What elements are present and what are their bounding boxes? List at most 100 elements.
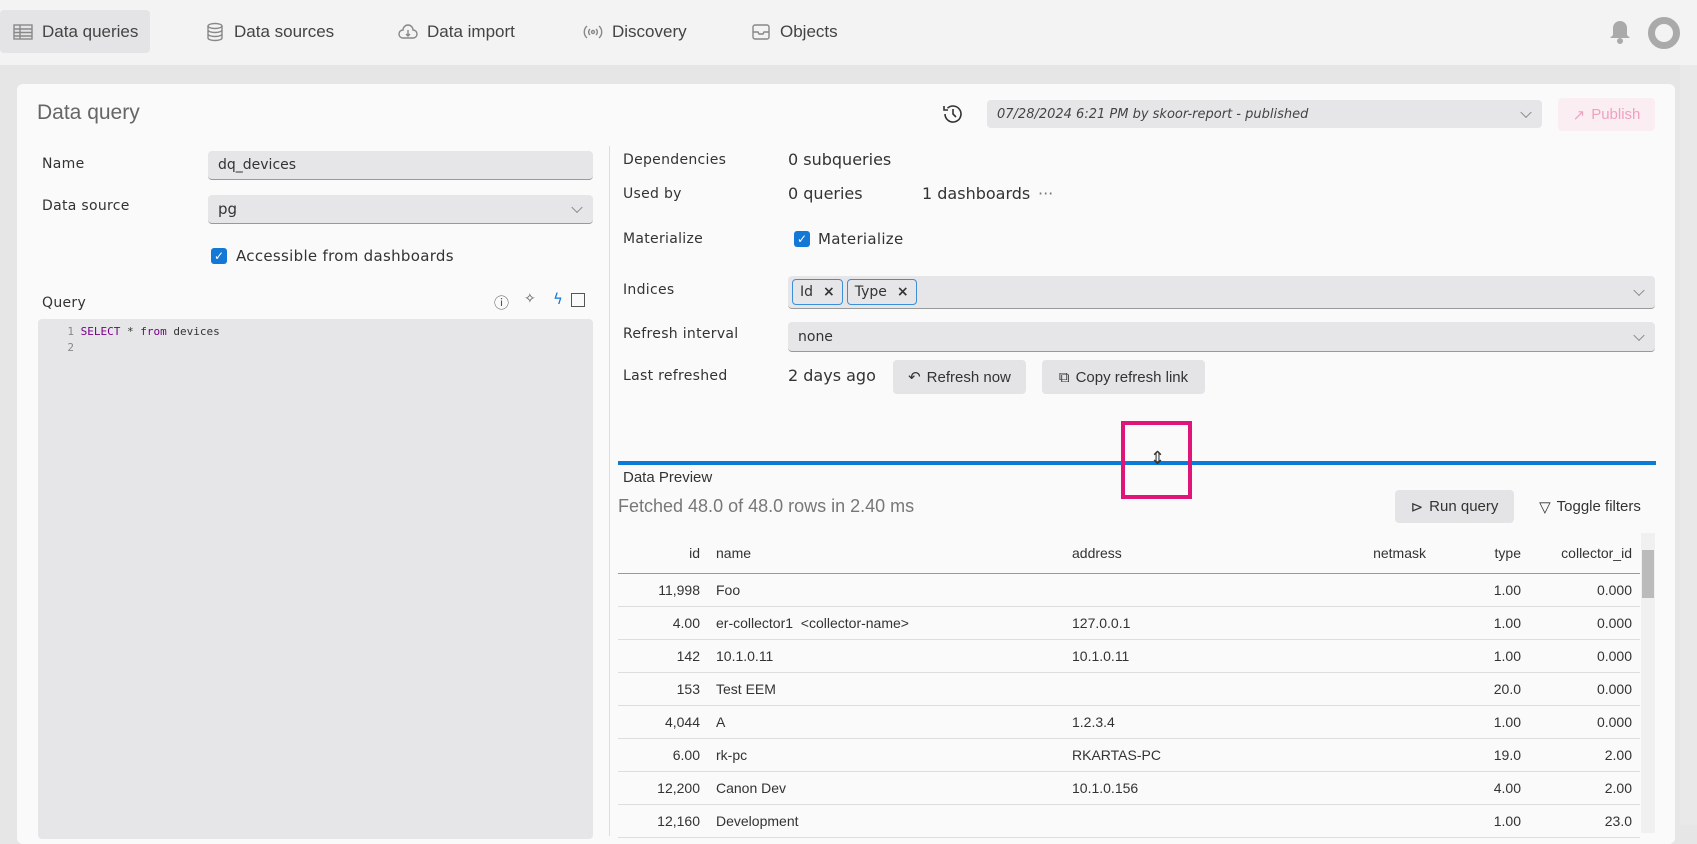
- run-query-button[interactable]: ⊳ Run query: [1395, 490, 1514, 523]
- cell-name: A: [708, 705, 1064, 739]
- copy-refresh-link-button[interactable]: ⧉ Copy refresh link: [1042, 360, 1205, 394]
- toggle-filters-button[interactable]: ▽ Toggle filters: [1533, 490, 1647, 523]
- history-icon[interactable]: [940, 101, 966, 127]
- table-row[interactable]: 142 10.1.0.11 10.1.0.11 1.00 0.000: [618, 639, 1640, 673]
- page-scrollbar[interactable]: [1680, 65, 1697, 825]
- table-row[interactable]: 153 Test EEM 20.0 0.000: [618, 672, 1640, 706]
- data-preview-table: id name address netmask type collector_i…: [618, 533, 1640, 838]
- table-row[interactable]: 6.00 rk-pc RKARTAS-PC 19.0 2.00: [618, 738, 1640, 772]
- publish-label: Publish: [1591, 106, 1641, 123]
- data-source-label: Data source: [42, 198, 130, 214]
- table-scrollbar[interactable]: [1641, 533, 1655, 833]
- version-select[interactable]: 07/28/2024 6:21 PM by skoor-report - pub…: [987, 100, 1542, 128]
- tab-objects[interactable]: Objects: [738, 10, 850, 53]
- chip-label: Type: [854, 284, 887, 300]
- inbox-icon: [752, 23, 770, 40]
- table-header-row: id name address netmask type collector_i…: [618, 533, 1640, 574]
- data-preview-title: Data Preview: [623, 469, 713, 486]
- tab-label: Objects: [780, 21, 838, 41]
- table-row[interactable]: 12,160 Development 1.00 23.0: [618, 804, 1640, 838]
- column-divider: [609, 146, 610, 836]
- run-query-label: Run query: [1429, 498, 1499, 515]
- cell-netmask: [1334, 738, 1434, 772]
- chevron-down-icon: [1633, 284, 1645, 297]
- refresh-interval-select[interactable]: none: [788, 322, 1655, 352]
- more-icon[interactable]: ···: [1038, 184, 1053, 203]
- expand-icon[interactable]: [571, 293, 585, 307]
- table-row[interactable]: 4,044 A 1.2.3.4 1.00 0.000: [618, 705, 1640, 739]
- tab-data-queries[interactable]: Data queries: [0, 10, 151, 53]
- index-chip: Id ×: [792, 279, 843, 305]
- cell-address: [1064, 804, 1334, 838]
- cell-netmask: [1334, 804, 1434, 838]
- cell-collector_id: 0.000: [1529, 606, 1640, 640]
- refresh-now-label: Refresh now: [926, 368, 1011, 386]
- column-header[interactable]: collector_id: [1529, 533, 1640, 574]
- dependencies-value[interactable]: 0 subqueries: [788, 150, 891, 169]
- remove-icon[interactable]: ×: [823, 284, 835, 300]
- bell-icon[interactable]: [1608, 18, 1632, 46]
- table-row[interactable]: 4.00 er-collector1 <collector-name> 127.0.…: [618, 606, 1640, 640]
- cell-address: [1064, 573, 1334, 607]
- table-row[interactable]: 12,200 Canon Dev 10.1.0.156 4.00 2.00: [618, 771, 1640, 805]
- column-header[interactable]: type: [1434, 533, 1529, 574]
- tab-discovery[interactable]: Discovery: [570, 10, 699, 53]
- table-icon: [13, 23, 33, 40]
- cell-collector_id: 0.000: [1529, 573, 1640, 607]
- materialize-checkbox[interactable]: ✓: [794, 231, 810, 247]
- cell-name: Test EEM: [708, 672, 1064, 706]
- cell-collector_id: 0.000: [1529, 639, 1640, 673]
- code-text: devices: [166, 325, 220, 338]
- copy-link-label: Copy refresh link: [1075, 368, 1189, 386]
- last-refreshed-label: Last refreshed: [623, 368, 728, 384]
- refresh-now-button[interactable]: ↶ Refresh now: [893, 360, 1026, 394]
- column-header[interactable]: netmask: [1334, 533, 1434, 574]
- cell-address: 10.1.0.156: [1064, 771, 1334, 805]
- cell-name: 10.1.0.11: [708, 639, 1064, 673]
- query-editor[interactable]: 1 SELECT * from devices 2: [38, 319, 593, 839]
- resize-cursor-icon: ⇕: [1150, 448, 1166, 469]
- cell-collector_id: 0.000: [1529, 705, 1640, 739]
- name-input[interactable]: dq_devices: [208, 151, 593, 180]
- cell-collector_id: 23.0: [1529, 804, 1640, 838]
- data-source-select[interactable]: pg: [208, 195, 593, 224]
- column-header[interactable]: address: [1064, 533, 1334, 574]
- used-by-queries[interactable]: 0 queries: [788, 184, 863, 203]
- database-icon: [207, 22, 223, 41]
- column-header[interactable]: id: [618, 533, 708, 574]
- cell-address: [1064, 672, 1334, 706]
- top-nav: Data queries Data sources Data import Di…: [0, 0, 1697, 65]
- external-link-icon: ↗: [1572, 106, 1586, 124]
- scrollbar-thumb[interactable]: [1642, 550, 1654, 598]
- info-icon[interactable]: ⓘ: [494, 292, 509, 313]
- sparkles-icon[interactable]: ✧: [524, 291, 536, 307]
- indices-select[interactable]: Id × Type ×: [788, 276, 1655, 309]
- chip-label: Id: [800, 284, 814, 300]
- cell-type: 19.0: [1434, 738, 1529, 772]
- cell-name: Development: [708, 804, 1064, 838]
- refresh-interval-label: Refresh interval: [623, 326, 739, 342]
- publish-button[interactable]: ↗ Publish: [1558, 98, 1655, 131]
- name-label: Name: [42, 156, 85, 172]
- lightning-icon[interactable]: ϟ: [553, 290, 563, 308]
- cell-address: RKARTAS-PC: [1064, 738, 1334, 772]
- dependencies-label: Dependencies: [623, 152, 727, 168]
- accessible-checkbox[interactable]: ✓: [211, 248, 227, 264]
- used-by-dashboards[interactable]: 1 dashboards: [922, 184, 1030, 203]
- version-value: 07/28/2024 6:21 PM by skoor-report - pub…: [997, 106, 1309, 122]
- avatar[interactable]: [1648, 17, 1680, 49]
- tab-data-sources[interactable]: Data sources: [192, 10, 346, 53]
- chevron-down-icon: [571, 201, 583, 214]
- cell-id: 12,160: [618, 804, 708, 838]
- materialize-label: Materialize: [623, 231, 704, 247]
- copy-icon: ⧉: [1058, 368, 1070, 386]
- remove-icon[interactable]: ×: [897, 284, 909, 300]
- indices-label: Indices: [623, 282, 675, 298]
- cell-id: 142: [618, 639, 708, 673]
- column-header[interactable]: name: [708, 533, 1064, 574]
- tab-label: Discovery: [612, 21, 687, 41]
- cell-netmask: [1334, 771, 1434, 805]
- cell-id: 153: [618, 672, 708, 706]
- table-row[interactable]: 11,998 Foo 1.00 0.000: [618, 573, 1640, 607]
- tab-data-import[interactable]: Data import: [385, 10, 527, 53]
